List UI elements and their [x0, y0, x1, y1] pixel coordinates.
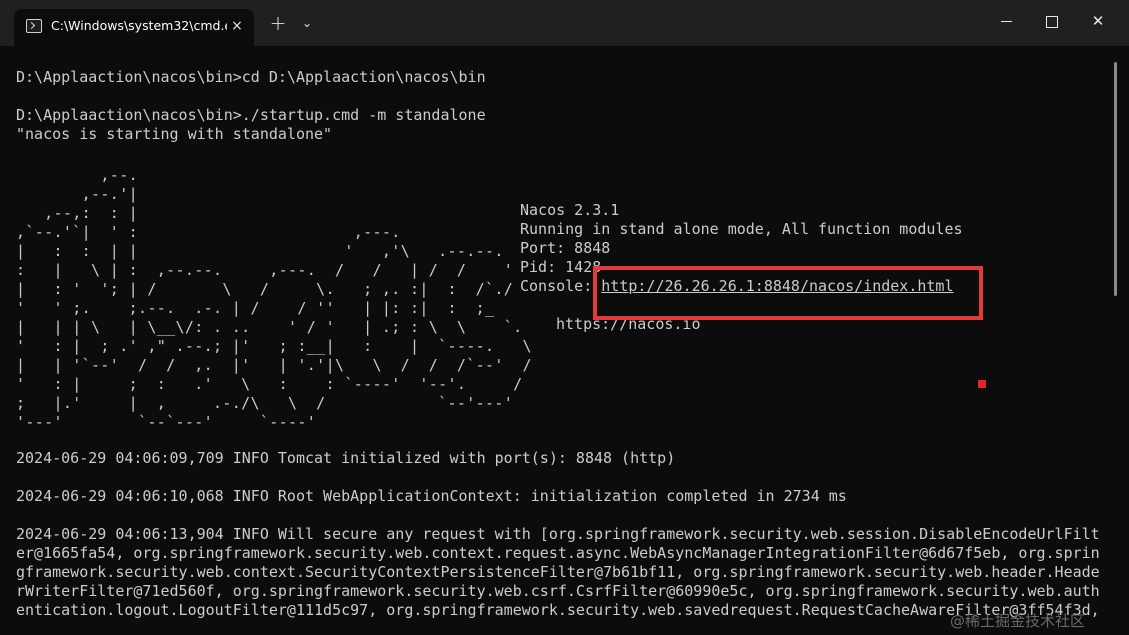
- watermark: @稀土掘金技术社区: [950, 612, 1086, 630]
- log-security-3: gframework.security.web.context.Security…: [16, 563, 1100, 581]
- run-mode: Running in stand alone mode, All functio…: [520, 220, 963, 238]
- log-security-5: entication.logout.LogoutFilter@111d5c97,…: [16, 601, 1100, 619]
- red-marker: [978, 380, 986, 388]
- log-tomcat: 2024-06-29 04:06:09,709 INFO Tomcat init…: [16, 449, 676, 467]
- terminal-output[interactable]: D:\Applaaction\nacos\bin>cd D:\Applaacti…: [0, 46, 1129, 635]
- scrollbar[interactable]: [1114, 62, 1117, 296]
- port-info: Port: 8848: [520, 239, 611, 257]
- nacos-ascii-banner: ,--. ,--.'| ,--,: : | ,`--.'`| ' : ,---.…: [16, 166, 532, 431]
- terminal-tab[interactable]: C:\Windows\system32\cmd.e: ×: [14, 9, 254, 46]
- tab-dropdown-button[interactable]: ⌄: [298, 13, 316, 33]
- tab-title: C:\Windows\system32\cmd.e:: [51, 18, 227, 33]
- log-security-4: rWriterFilter@71ed560f, org.springframew…: [16, 582, 1100, 600]
- maximize-button[interactable]: [1029, 0, 1075, 42]
- log-security-2: er@1665fa54, org.springframework.securit…: [16, 544, 1100, 562]
- terminal-icon: [26, 19, 42, 33]
- close-window-button[interactable]: ✕: [1075, 0, 1121, 42]
- minimize-button[interactable]: [983, 0, 1029, 42]
- command-line-cd: D:\Applaaction\nacos\bin>cd D:\Applaacti…: [16, 68, 486, 86]
- startup-message: "nacos is starting with standalone": [16, 125, 333, 143]
- nacos-version: Nacos 2.3.1: [520, 201, 620, 219]
- console-label: Console:: [520, 277, 602, 295]
- console-url-highlight-box: [593, 266, 983, 320]
- minimize-icon: [1000, 21, 1012, 22]
- close-tab-icon[interactable]: ×: [228, 17, 246, 35]
- new-tab-button[interactable]: +: [268, 13, 288, 33]
- title-bar: C:\Windows\system32\cmd.e: × + ⌄ ✕: [0, 0, 1129, 46]
- log-security-1: 2024-06-29 04:06:13,904 INFO Will secure…: [16, 525, 1100, 543]
- pid-info: Pid: 1428: [520, 258, 602, 276]
- maximize-icon: [1046, 15, 1058, 28]
- command-line-startup: D:\Applaaction\nacos\bin>./startup.cmd -…: [16, 106, 486, 124]
- log-context: 2024-06-29 04:06:10,068 INFO Root WebApp…: [16, 487, 847, 505]
